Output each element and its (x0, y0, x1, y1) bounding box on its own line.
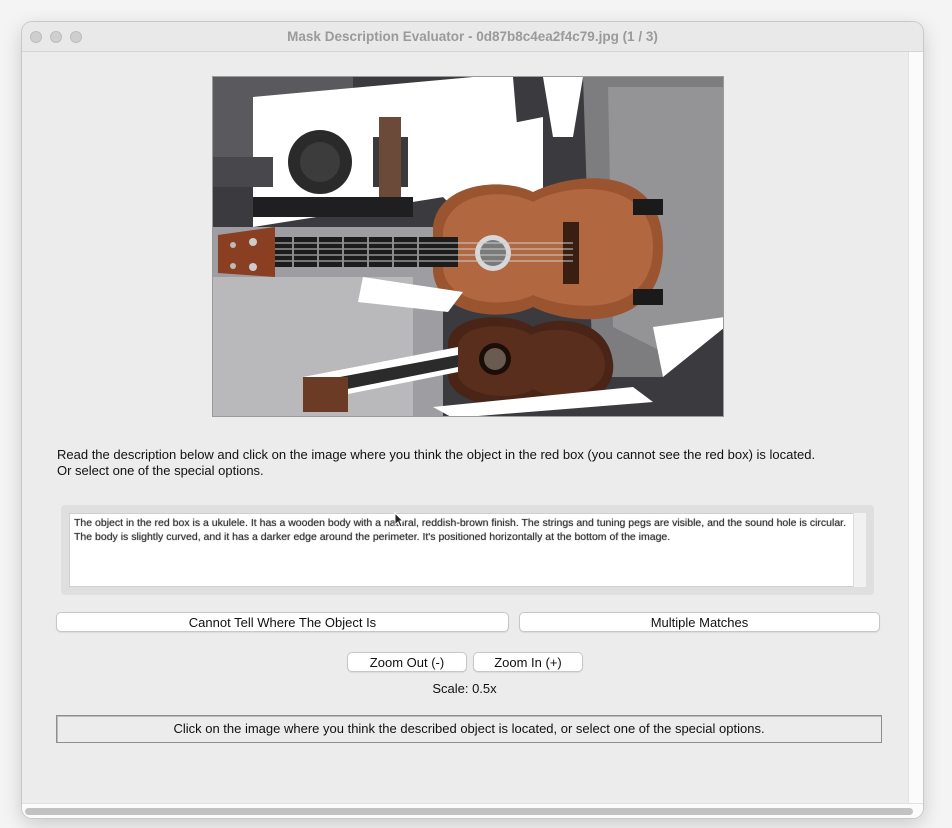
zoom-in-button[interactable]: Zoom In (+) (473, 652, 583, 672)
scale-label: Scale: 0.5x (432, 681, 497, 696)
instructions: Read the description below and click on … (57, 447, 877, 479)
zoom-out-button[interactable]: Zoom Out (-) (347, 652, 467, 672)
cannot-tell-button[interactable]: Cannot Tell Where The Object Is (56, 612, 509, 632)
window-title: Mask Description Evaluator - 0d87b8c4ea2… (287, 29, 658, 44)
photo-image (213, 77, 723, 416)
horizontal-scrollbar[interactable] (22, 803, 923, 818)
description-scrollbar[interactable] (853, 513, 866, 587)
image-canvas[interactable] (212, 76, 724, 417)
multiple-matches-button[interactable]: Multiple Matches (519, 612, 880, 632)
vertical-scrollbar[interactable] (908, 52, 923, 804)
instructions-line-1: Read the description below and click on … (57, 447, 816, 462)
description-frame: The object in the red box is a ukulele. … (61, 505, 874, 595)
title-bar: Mask Description Evaluator - 0d87b8c4ea2… (22, 22, 923, 52)
horizontal-scroll-thumb[interactable] (25, 808, 913, 815)
status-bar: Click on the image where you think the d… (56, 715, 882, 743)
description-text[interactable]: The object in the red box is a ukulele. … (69, 513, 854, 587)
mouse-cursor-icon (394, 512, 404, 528)
app-window: Mask Description Evaluator - 0d87b8c4ea2… (22, 22, 923, 818)
instructions-line-2: Or select one of the special options. (57, 463, 264, 478)
main-content: Read the description below and click on … (22, 52, 907, 804)
